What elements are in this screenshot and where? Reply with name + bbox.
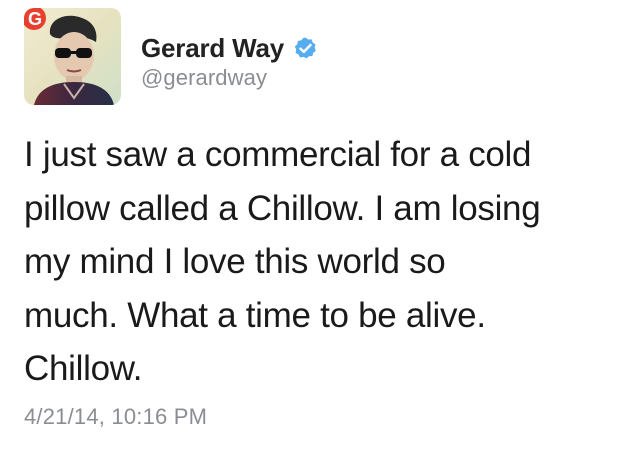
display-name[interactable]: Gerard Way [141,33,284,64]
tweet-card: G Gerard Way @gerardway I just saw a com… [0,0,640,458]
display-name-row: Gerard Way [141,31,318,65]
tweet-text-line: my mind I love this world so [24,242,446,281]
author-names: Gerard Way @gerardway [141,8,318,91]
tweet-text-line: Chillow. [24,349,143,388]
tweet-text-line: pillow called a Chillow. I am losing [24,188,541,228]
avatar-badge-letter: G [28,9,42,29]
tweet-text-line: much. What a time to be alive. [24,295,486,335]
avatar[interactable]: G [24,8,121,105]
verified-check-icon [293,36,318,61]
author-handle[interactable]: @gerardway [141,65,318,91]
tweet-header: G Gerard Way @gerardway [24,8,318,106]
avatar-image: G [24,8,121,105]
tweet-text: I just saw a commercial for a cold pillo… [24,128,624,396]
tweet-text-line: I just saw a commercial for a cold [24,135,532,174]
tweet-timestamp[interactable]: 4/21/14, 10:16 PM [24,404,207,430]
